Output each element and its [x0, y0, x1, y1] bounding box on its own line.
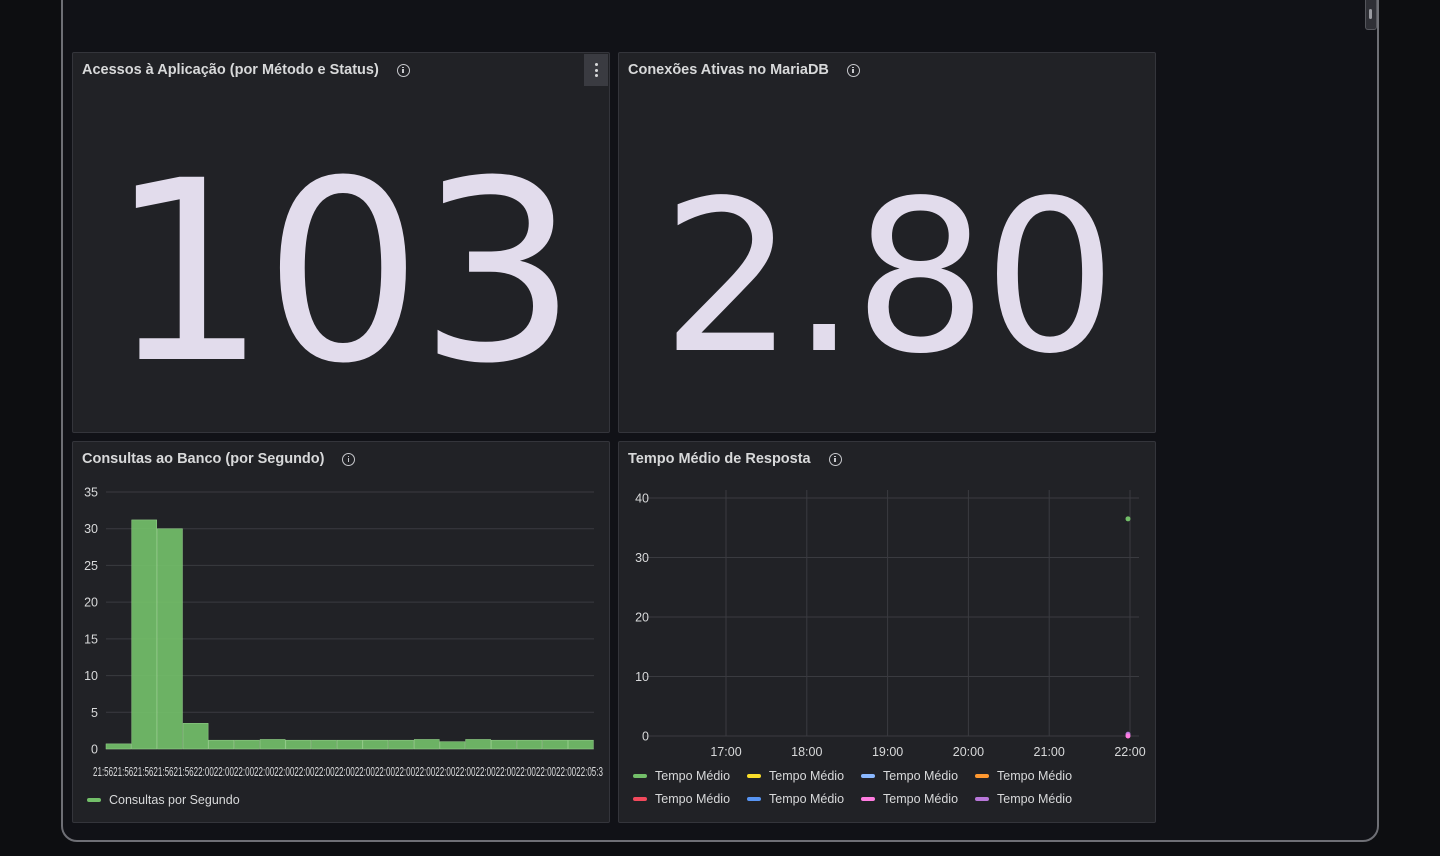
bar: [336, 739, 363, 750]
bar: [465, 739, 491, 750]
bar-chart[interactable]: 0 5 10 15 20 25 30 35 21:5621:5621:5621:5621:562…: [73, 482, 609, 822]
legend-label: Tempo Médio: [883, 791, 959, 806]
legend-item[interactable]: Tempo Médio: [633, 787, 747, 810]
x-tick-label: 18:00: [791, 745, 822, 759]
bar: [157, 528, 183, 750]
bar: [311, 739, 337, 750]
legend-item[interactable]: Consultas por Segundo: [87, 788, 240, 811]
panel-title: Tempo Médio de Resposta: [628, 451, 842, 467]
legend-item[interactable]: Tempo Médio: [633, 764, 747, 787]
legend: Tempo Médio Tempo Médio Tempo Médio Tempo M…: [633, 764, 1143, 810]
bar: [516, 739, 543, 750]
legend-swatch: [87, 797, 101, 802]
panel-acessos[interactable]: Acessos à Aplicação (por Método e Status…: [72, 52, 610, 433]
y-tick-label: 20: [84, 596, 98, 610]
bar: [259, 739, 286, 750]
bar: [439, 741, 466, 750]
y-tick-label: 30: [84, 522, 98, 536]
scrollbar-handle[interactable]: [1365, 0, 1377, 30]
x-tick-label: 20:00: [953, 745, 984, 759]
legend-swatch: [633, 796, 647, 801]
y-tick-label: 20: [635, 611, 649, 625]
bar: [234, 739, 260, 750]
legend-swatch: [747, 796, 761, 801]
legend-swatch: [747, 773, 761, 778]
panel-title-text: Conexões Ativas no MariaDB: [628, 62, 829, 78]
panel-title-text: Acessos à Aplicação (por Método e Status…: [82, 62, 379, 78]
legend-label: Tempo Médio: [655, 768, 731, 783]
bar: [362, 739, 389, 750]
legend-label: Tempo Médio: [997, 768, 1073, 783]
legend-label: Tempo Médio: [769, 791, 845, 806]
bar: [208, 739, 235, 750]
legend-swatch: [633, 773, 647, 778]
legend-item[interactable]: Tempo Médio: [975, 787, 1075, 810]
bar: [542, 739, 568, 750]
y-tick-label: 35: [84, 486, 98, 500]
y-tick-label: 30: [635, 551, 649, 565]
y-tick-label: 0: [91, 743, 98, 757]
y-tick-label: 15: [84, 632, 98, 646]
legend-swatch: [975, 796, 989, 801]
panel-menu-button[interactable]: [584, 54, 608, 86]
info-circle-icon[interactable]: [846, 63, 860, 77]
y-tick-label: 10: [635, 670, 649, 684]
info-circle-icon[interactable]: [396, 63, 410, 77]
panel-title-text: Tempo Médio de Resposta: [628, 451, 811, 467]
legend-label: Tempo Médio: [883, 768, 959, 783]
legend-item[interactable]: Tempo Médio: [747, 787, 861, 810]
y-tick-label: 5: [91, 706, 98, 720]
panel-conexoes[interactable]: Conexões Ativas no MariaDB 2.80: [618, 52, 1156, 433]
legend-label: Tempo Médio: [769, 768, 845, 783]
x-tick-label: 22:00: [1114, 745, 1145, 759]
panel-title-text: Consultas ao Banco (por Segundo): [82, 451, 325, 467]
info-circle-icon[interactable]: [828, 452, 842, 466]
data-point: [1125, 733, 1131, 739]
scatter-chart[interactable]: 0 10 20 30 40 17:00 18:00 19:00 20:00 21:00 22:00: [619, 482, 1155, 762]
x-tick-labels: 21:5621:5621:5621:5621:5622:0022:0022:00…: [93, 765, 603, 779]
data-point: [1125, 516, 1131, 522]
legend-label: Tempo Médio: [997, 791, 1073, 806]
legend-swatch: [975, 773, 989, 778]
y-tick-label: 10: [84, 669, 98, 683]
legend-item[interactable]: Tempo Médio: [861, 764, 975, 787]
x-tick-label: 21:00: [1034, 745, 1065, 759]
panel-title: Consultas ao Banco (por Segundo): [82, 451, 356, 467]
bar: [568, 739, 594, 750]
legend: Consultas por Segundo: [87, 788, 240, 811]
legend-item[interactable]: Tempo Médio: [861, 787, 975, 810]
bar: [388, 739, 414, 750]
stat-value: 2.80: [661, 155, 1117, 400]
y-tick-label: 0: [642, 730, 649, 744]
stat-value: 103: [108, 127, 577, 418]
panel-tempo[interactable]: Tempo Médio de Resposta 0 10 20 30 40 17:00 18…: [618, 441, 1156, 823]
legend-label: Consultas por Segundo: [109, 792, 240, 807]
bar: [285, 739, 312, 750]
panel-title: Conexões Ativas no MariaDB: [628, 62, 860, 78]
vertical-ellipsis-icon: [594, 63, 598, 66]
bar: [131, 519, 158, 750]
panel-title: Acessos à Aplicação (por Método e Status…: [82, 62, 410, 78]
legend-swatch: [861, 773, 875, 778]
legend-label: Tempo Médio: [655, 791, 731, 806]
x-tick-label: 19:00: [872, 745, 903, 759]
panel-consultas[interactable]: Consultas ao Banco (por Segundo) 0 5 10 15 2…: [72, 441, 610, 823]
bar: [413, 739, 440, 750]
y-tick-label: 25: [84, 559, 98, 573]
bar: [491, 739, 517, 750]
legend-item[interactable]: Tempo Médio: [747, 764, 861, 787]
y-tick-label: 40: [635, 492, 649, 506]
info-circle-icon[interactable]: [342, 452, 356, 466]
bar: [105, 743, 132, 750]
bar: [182, 723, 209, 750]
legend-item[interactable]: Tempo Médio: [975, 764, 1075, 787]
x-tick-label: 17:00: [710, 745, 741, 759]
legend-swatch: [861, 796, 875, 801]
